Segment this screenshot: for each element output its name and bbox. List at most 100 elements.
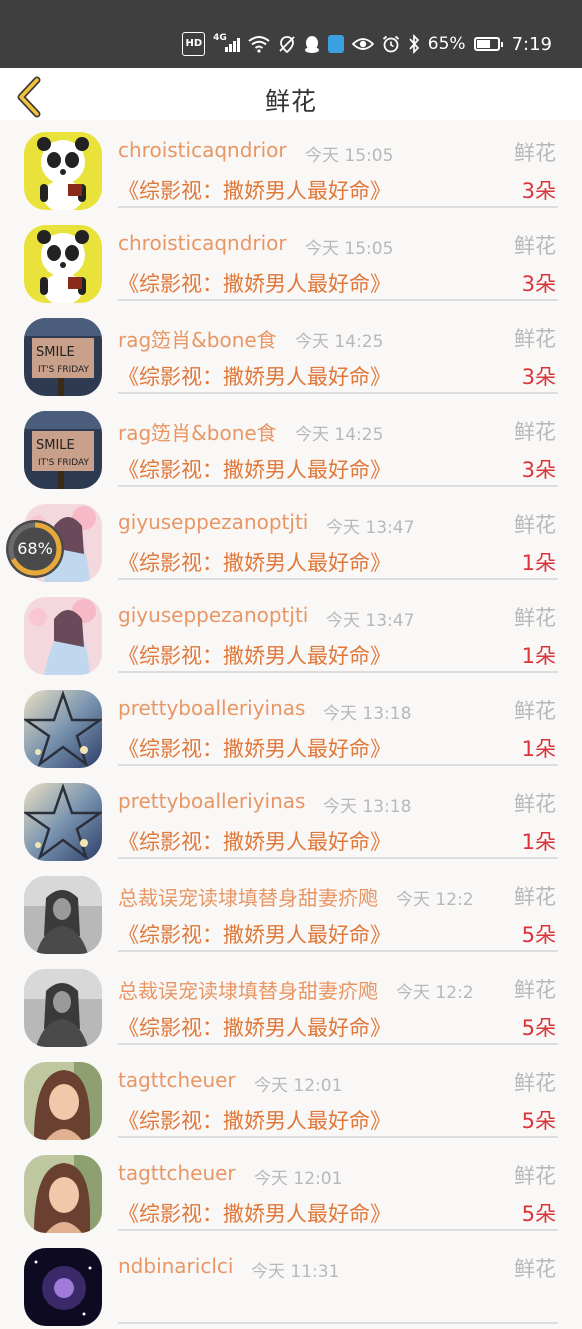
avatar[interactable]: SMILE IT'S FRIDAY (24, 411, 102, 489)
timestamp: 今天 13:47 (326, 518, 415, 538)
row-divider (118, 1229, 558, 1231)
timestamp: 今天 15:05 (305, 239, 394, 259)
username: prettyboalleriyinas (118, 789, 306, 813)
gift-count: 3朵 (521, 365, 556, 389)
timestamp: 今天 13:18 (323, 704, 412, 724)
list-item[interactable]: giyuseppezanoptjti 今天 13:47 鲜花 《综影视：撒娇男人最好命… (0, 585, 582, 678)
svg-text:IT'S FRIDAY: IT'S FRIDAY (38, 365, 90, 375)
list-item[interactable]: chroisticaqndrior 今天 15:05 鲜花 《综影视：撒娇男人最好命》… (0, 213, 582, 306)
username: 总裁误宠读埭填替身甜妻疥飑 (118, 979, 378, 1003)
username: ndbinariclci (118, 1254, 234, 1278)
gift-count: 1朵 (521, 551, 556, 575)
book-title: 《综影视：撒娇男人最好命》 (118, 1109, 391, 1133)
username: tagttcheuer (118, 1161, 236, 1185)
avatar[interactable]: SMILE IT'S FRIDAY (24, 318, 102, 396)
gift-count: 3朵 (521, 179, 556, 203)
avatar[interactable] (24, 225, 102, 303)
gift-record-list[interactable]: chroisticaqndrior 今天 15:05 鲜花 《综影视：撒娇男人最好命》… (0, 120, 582, 1329)
avatar[interactable] (24, 597, 102, 675)
hd-badge: HD (182, 32, 206, 56)
clock: 7:19 (511, 33, 552, 55)
row-divider (118, 1136, 558, 1138)
gift-type: 鲜花 (512, 323, 556, 353)
location-off-icon (278, 33, 296, 55)
wifi-icon (248, 33, 270, 55)
gift-count: 3朵 (521, 272, 556, 296)
gift-type: 鲜花 (512, 881, 556, 911)
list-item[interactable]: prettyboalleriyinas 今天 13:18 鲜花 《综影视：撒娇男人最好… (0, 678, 582, 771)
gift-count: 1朵 (521, 830, 556, 854)
avatar[interactable] (24, 690, 102, 768)
list-item[interactable]: giyuseppezanoptjti 今天 13:47 鲜花 《综影视：撒娇男人最好命… (0, 492, 582, 585)
svg-text:SMILE: SMILE (36, 345, 75, 360)
gift-type: 鲜花 (512, 788, 556, 818)
status-bar: HD 4G 65% 7:19 (0, 0, 582, 68)
svg-text:IT'S FRIDAY: IT'S FRIDAY (38, 458, 90, 468)
book-title: 《综影视：撒娇男人最好命》 (118, 272, 391, 296)
timestamp: 今天 13:47 (326, 611, 415, 631)
cellular-signal-icon: 4G (213, 33, 240, 55)
floating-progress-widget[interactable]: 68% (6, 520, 64, 578)
avatar[interactable] (24, 1062, 102, 1140)
row-divider (118, 206, 558, 208)
avatar[interactable] (24, 783, 102, 861)
row-divider (118, 578, 558, 580)
timestamp: 今天 12:2 (396, 890, 474, 910)
avatar[interactable] (24, 969, 102, 1047)
row-divider (118, 485, 558, 487)
username: prettyboalleriyinas (118, 696, 306, 720)
avatar[interactable] (24, 132, 102, 210)
username: chroisticaqndrior (118, 138, 287, 162)
username: giyuseppezanoptjti (118, 603, 309, 627)
qq-icon (304, 33, 320, 55)
avatar[interactable] (24, 876, 102, 954)
list-item[interactable]: 总裁误宠读埭填替身甜妻疥飑 今天 12:2 鲜花 《综影视：撒娇男人最好命》 5朵 (0, 864, 582, 957)
gift-count: 1朵 (521, 644, 556, 668)
username: tagttcheuer (118, 1068, 236, 1092)
avatar[interactable] (24, 1155, 102, 1233)
battery-percent: 65% (427, 34, 466, 54)
avatar[interactable] (24, 1248, 102, 1326)
status-icons: HD 4G 65% 7:19 (182, 30, 552, 58)
gift-count: 5朵 (521, 1016, 556, 1040)
list-item[interactable]: chroisticaqndrior 今天 15:05 鲜花 《综影视：撒娇男人最好命》… (0, 120, 582, 213)
row-divider (118, 1043, 558, 1045)
row-divider (118, 950, 558, 952)
row-divider (118, 764, 558, 766)
list-item[interactable]: tagttcheuer 今天 12:01 鲜花 《综影视：撒娇男人最好命》 5朵 (0, 1143, 582, 1236)
username: 总裁误宠读埭填替身甜妻疥飑 (118, 886, 378, 910)
gift-count: 1朵 (521, 737, 556, 761)
book-title: 《综影视：撒娇男人最好命》 (118, 1016, 391, 1040)
book-title: 《综影视：撒娇男人最好命》 (118, 830, 391, 854)
row-divider (118, 671, 558, 673)
list-item[interactable]: ndbinariclci 今天 11:31 鲜花 (0, 1236, 582, 1329)
gift-type: 鲜花 (512, 1160, 556, 1190)
gift-count: 5朵 (521, 923, 556, 947)
list-item[interactable]: SMILE IT'S FRIDAY rag笾肖&bone食 今天 14:25 鲜花 《综影… (0, 399, 582, 492)
timestamp: 今天 11:31 (251, 1262, 340, 1282)
timestamp: 今天 14:25 (295, 425, 384, 445)
list-item[interactable]: prettyboalleriyinas 今天 13:18 鲜花《综影视：撒娇男人最好… (0, 771, 582, 864)
eye-icon (351, 33, 374, 55)
page-title: 鲜花 (264, 87, 317, 116)
book-title: 《综影视：撒娇男人最好命》 (118, 1202, 391, 1226)
gift-type: 鲜花 (512, 137, 556, 167)
list-item[interactable]: 总裁误宠读埭填替身甜妻疥飑 今天 12:2 鲜花《综影视：撒娇男人最好命》 5朵 (0, 957, 582, 1050)
gift-type: 鲜花 (512, 230, 556, 260)
book-title: 《综影视：撒娇男人最好命》 (118, 551, 391, 575)
gift-type: 鲜花 (512, 602, 556, 632)
row-divider (118, 1322, 558, 1324)
gift-type: 鲜花 (512, 974, 556, 1004)
nav-header: 鲜花 (0, 68, 582, 120)
timestamp: 今天 13:18 (323, 797, 412, 817)
list-item[interactable]: SMILE IT'S FRIDAY rag笾肖&bone食 今天 14:25 鲜花 《综影… (0, 306, 582, 399)
username: rag笾肖&bone食 (118, 421, 277, 445)
app-notification-icon (327, 33, 344, 55)
battery-icon (473, 33, 503, 55)
book-title: 《综影视：撒娇男人最好命》 (118, 458, 391, 482)
book-title: 《综影视：撒娇男人最好命》 (118, 365, 391, 389)
row-divider (118, 857, 558, 859)
list-item[interactable]: tagttcheuer 今天 12:01 鲜花 《综影视：撒娇男人最好命》 5朵 (0, 1050, 582, 1143)
alarm-icon (382, 33, 400, 55)
timestamp: 今天 12:2 (396, 983, 474, 1003)
